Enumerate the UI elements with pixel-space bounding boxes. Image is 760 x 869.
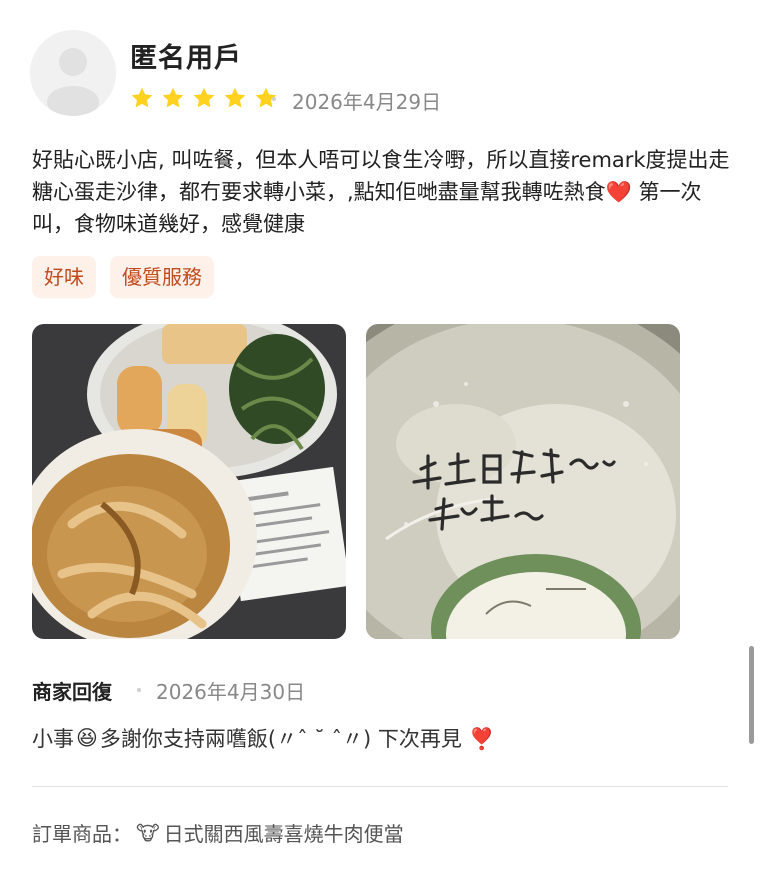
review-text: 好貼心既小店, 叫咗餐，但本人唔可以食生冷嘢，所以直接remark度提出走糖心蛋…	[32, 148, 730, 236]
star-icon	[224, 87, 246, 108]
star-icon	[193, 87, 215, 108]
merchant-reply-title: 商家回復	[32, 680, 112, 704]
tag-tasty[interactable]: 好味	[32, 256, 96, 298]
review-photo-soup-lid[interactable]	[366, 324, 680, 639]
tag-service[interactable]: 優質服務	[110, 256, 214, 298]
merchant-reply-text: 小事 😆 多謝你支持兩嚿飯(〃ˆ ˘ ˆ〃) 下次再見 ❣️	[32, 723, 495, 753]
laughing-emoji-icon: 😆	[76, 726, 98, 750]
reply-text-start: 小事	[32, 727, 74, 751]
avatar[interactable]	[30, 30, 116, 116]
user-placeholder-icon	[30, 30, 116, 116]
merchant-reply-date: 2026年4月30日	[156, 680, 306, 704]
star-rating	[130, 86, 278, 110]
soup-lid-photo-image	[366, 324, 680, 639]
star-icon	[131, 87, 153, 108]
order-item-name: 日式關西風壽喜燒牛肉便當	[163, 822, 404, 846]
scrollbar-thumb[interactable]	[749, 646, 754, 744]
cow-emoji-icon: 🐮	[136, 820, 160, 845]
star-icon	[162, 87, 184, 108]
separator-dot	[137, 688, 141, 692]
divider	[32, 786, 728, 787]
tag-list: 好味 優質服務	[32, 256, 214, 298]
order-item-row[interactable]: 訂單商品： 🐮 日式關西風壽喜燒牛肉便當	[32, 818, 404, 847]
review-date: 2026年4月29日	[292, 90, 442, 114]
bento-photo-image	[32, 324, 346, 639]
review-photo-bento[interactable]	[32, 324, 346, 639]
review-card: 匿名用戶 2026年4月29日 好貼心既小店, 叫咗餐，但本人唔可以食生冷嘢，所…	[0, 0, 760, 869]
username: 匿名用戶	[130, 43, 242, 74]
order-label: 訂單商品：	[32, 822, 132, 846]
separator-dot	[272, 97, 276, 101]
reply-text-end: 多謝你支持兩嚿飯(〃ˆ ˘ ˆ〃) 下次再見 ❣️	[99, 727, 495, 751]
